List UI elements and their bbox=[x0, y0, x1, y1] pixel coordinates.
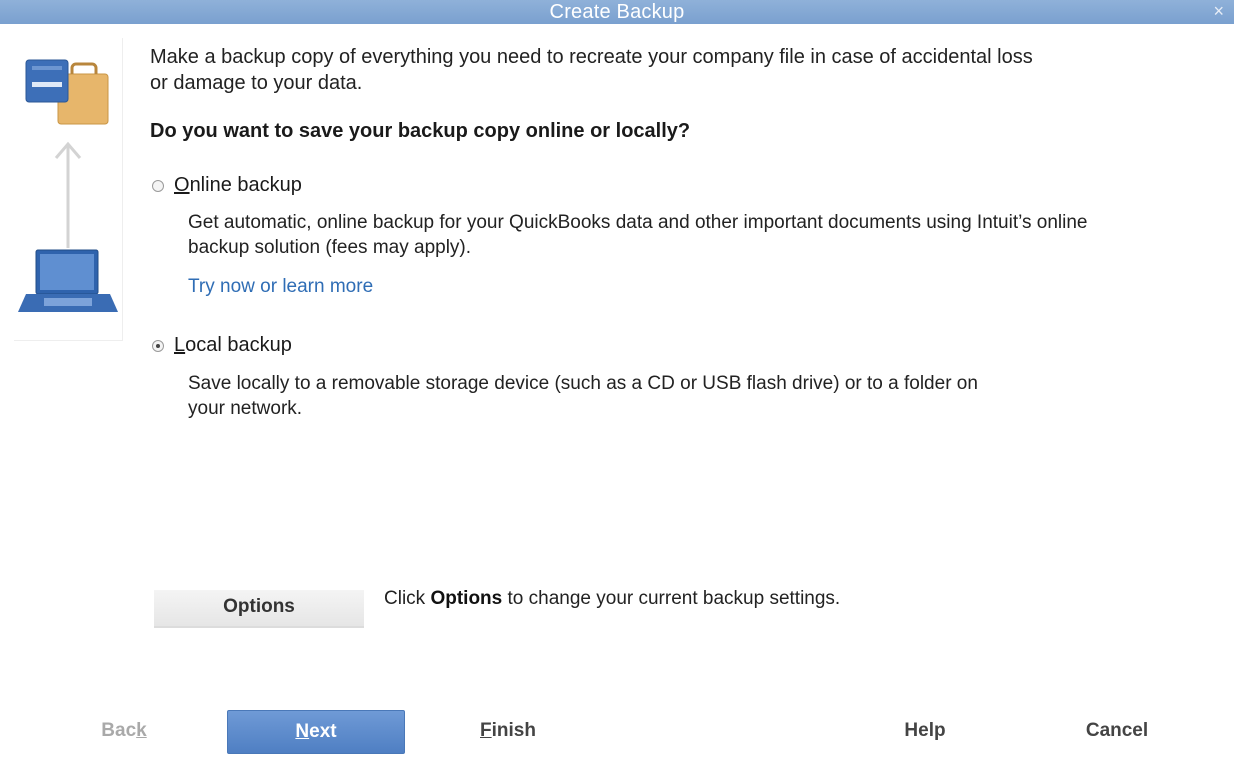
close-icon[interactable]: × bbox=[1213, 0, 1224, 22]
help-button[interactable]: Help bbox=[880, 710, 970, 752]
backup-location-question: Do you want to save your backup copy onl… bbox=[150, 120, 691, 142]
finish-button[interactable]: Finish bbox=[456, 710, 560, 752]
local-backup-description: Save locally to a removable storage devi… bbox=[188, 373, 978, 419]
backup-illustration bbox=[18, 59, 118, 312]
options-hint: Click Options to change your current bac… bbox=[384, 588, 841, 609]
laptop-icon bbox=[18, 249, 118, 312]
intro-text: Make a backup copy of everything you nee… bbox=[150, 46, 1033, 94]
up-arrow-icon bbox=[54, 141, 82, 248]
online-backup-option[interactable]: Online backup bbox=[152, 174, 302, 197]
online-backup-label[interactable]: Online backup bbox=[174, 174, 302, 197]
backup-briefcase-icon bbox=[25, 59, 109, 125]
cancel-button[interactable]: Cancel bbox=[1068, 710, 1166, 752]
options-button[interactable]: Options bbox=[154, 590, 364, 628]
wizard-side-illustration bbox=[14, 38, 123, 341]
online-backup-description: Get automatic, online backup for your Qu… bbox=[188, 212, 1088, 258]
back-button[interactable]: Back bbox=[86, 710, 162, 752]
local-backup-label[interactable]: Local backup bbox=[174, 334, 292, 357]
next-button[interactable]: Next bbox=[227, 710, 405, 754]
try-now-link[interactable]: Try now or learn more bbox=[188, 276, 373, 298]
window-title: Create Backup bbox=[549, 1, 685, 23]
local-backup-option[interactable]: Local backup bbox=[152, 334, 292, 357]
online-backup-radio[interactable] bbox=[152, 179, 164, 192]
title-bar: Create Backup × bbox=[0, 0, 1234, 24]
local-backup-radio[interactable] bbox=[152, 339, 164, 352]
